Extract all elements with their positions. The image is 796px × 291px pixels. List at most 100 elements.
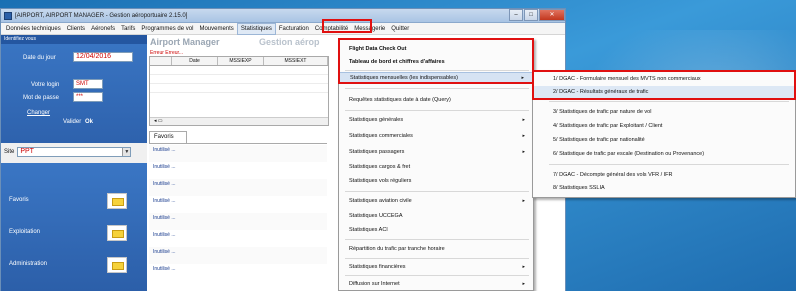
tab-divider (149, 143, 327, 144)
date-field[interactable]: 12/04/2016 (73, 52, 133, 62)
favorites-list: Inutilisé ... Inutilisé ... Inutilisé ..… (149, 145, 327, 281)
menu-separator (549, 101, 789, 102)
brand-subtitle: Gestion aérop (259, 37, 320, 47)
nav-item-favoris[interactable]: Favoris (9, 193, 139, 209)
menu-item-repartition-trafic[interactable]: Répartition du trafic par tranche horair… (339, 243, 533, 255)
list-item[interactable]: Inutilisé ... (149, 179, 327, 196)
submenu-item-trafic-exploitant[interactable]: 4/ Statistiques de trafic par Exploitant… (533, 120, 795, 132)
site-select[interactable]: PPT ▼ (17, 147, 132, 157)
submenu-item-statistiques-sslia[interactable]: 8/ Statistiques SSLIA (533, 182, 795, 194)
menu-quitter[interactable]: Quitter (388, 23, 412, 35)
maximize-button[interactable]: □ (524, 9, 538, 21)
nav-item-label: Favoris (9, 197, 29, 203)
minimize-button[interactable]: – (509, 9, 523, 21)
list-item[interactable]: Inutilisé ... (149, 162, 327, 179)
tab-favoris[interactable]: Favoris (149, 131, 187, 143)
menu-item-statistiques-commerciales[interactable]: Statistiques commerciales ▸ (339, 130, 533, 142)
submenu-item-trafic-escale[interactable]: 6/ Statistique de trafic par escale (Des… (533, 148, 795, 160)
grid-col-date[interactable]: Date (172, 57, 218, 65)
nav-item-label: Exploitation (9, 229, 41, 235)
list-item[interactable]: Inutilisé ... (149, 230, 327, 247)
list-item[interactable]: Inutilisé ... (149, 196, 327, 213)
login-panel: Identifiez vous Date du jour 12/04/2016 … (1, 35, 147, 143)
menu-separator (345, 275, 529, 276)
list-item[interactable]: Inutilisé ... (149, 213, 327, 230)
menu-item-statistiques-aviation-civile[interactable]: Statistiques aviation civile ▸ (339, 195, 533, 207)
validate-label: Valider (63, 119, 82, 125)
nav-panel: Favoris Exploitation Administration (1, 163, 147, 291)
menu-aeronefs[interactable]: Aéronefs (88, 23, 118, 35)
highlight-statistiques-menu (322, 19, 372, 33)
menu-item-statistiques-aci[interactable]: Statistiques ACI (339, 224, 533, 236)
login-field[interactable]: SMT (73, 79, 103, 89)
brand-title: Airport Manager (150, 37, 220, 47)
menu-facturation[interactable]: Facturation (276, 23, 312, 35)
table-row[interactable] (150, 84, 328, 93)
site-row: Site PPT ▼ (1, 145, 147, 159)
sidebar: Identifiez vous Date du jour 12/04/2016 … (1, 35, 147, 291)
menu-item-requetes-statistiques[interactable]: Requêtes statistiques date à date (Query… (339, 94, 533, 106)
menu-statistiques[interactable]: Statistiques (236, 22, 276, 35)
list-item[interactable]: Inutilisé ... (149, 247, 327, 264)
menu-item-diffusion-internet[interactable]: Diffusion sur Internet ▸ (339, 278, 533, 290)
nav-item-label: Administration (9, 261, 48, 267)
menu-item-statistiques-generales[interactable]: Statistiques générales ▸ (339, 114, 533, 126)
list-item[interactable]: Inutilisé ... (149, 264, 327, 281)
chevron-right-icon: ▸ (522, 117, 525, 123)
nav-item-administration[interactable]: Administration (9, 257, 139, 273)
list-item[interactable]: Inutilisé ... (149, 145, 327, 162)
title-bar[interactable]: [AIRPORT, AIRPORT MANAGER - Gestion aéro… (1, 9, 565, 23)
chevron-down-icon[interactable]: ▼ (122, 148, 131, 156)
ok-button[interactable]: Ok (85, 119, 93, 125)
grid-col-mssiext[interactable]: MSSIEXT (264, 57, 328, 65)
menu-item-statistiques-financieres[interactable]: Statistiques financières ▸ (339, 261, 533, 273)
submenu-item-trafic-nationalite[interactable]: 5/ Statistiques de trafic par nationalit… (533, 134, 795, 146)
login-label: Votre login (31, 82, 60, 88)
date-label: Date du jour (23, 55, 56, 61)
grid-col-mssiexp[interactable]: MSSIEXP (218, 57, 264, 65)
chevron-right-icon: ▸ (522, 281, 525, 287)
chevron-right-icon: ▸ (522, 198, 525, 204)
menu-mouvements[interactable]: Mouvements (196, 23, 236, 35)
menu-item-statistiques-vols-reguliers[interactable]: Statistiques vols réguliers (339, 175, 533, 187)
password-field[interactable]: *** (73, 92, 103, 102)
menu-clients[interactable]: Clients (64, 23, 88, 35)
menu-bar: Données techniques Clients Aéronefs Tari… (1, 22, 565, 35)
menu-item-statistiques-passagers[interactable]: Statistiques passagers ▸ (339, 146, 533, 158)
login-header: Identifiez vous (1, 35, 147, 44)
table-row[interactable] (150, 75, 328, 84)
window-title: [AIRPORT, AIRPORT MANAGER - Gestion aéro… (15, 12, 188, 19)
menu-item-statistiques-cargos[interactable]: Statistiques cargos & fret (339, 161, 533, 173)
window-controls: – □ ✕ (508, 9, 565, 21)
menu-programmes-de-vol[interactable]: Programmes de vol (138, 23, 196, 35)
menu-donnees-techniques[interactable]: Données techniques (3, 23, 64, 35)
close-button[interactable]: ✕ (539, 9, 565, 21)
menu-tarifs[interactable]: Tarifs (118, 23, 138, 35)
menu-separator (345, 239, 529, 240)
chevron-right-icon: ▸ (522, 264, 525, 270)
app-icon (4, 11, 12, 20)
grid-header: Date MSSIEXP MSSIEXT (150, 57, 328, 66)
folder-icon[interactable] (107, 225, 127, 241)
menu-separator (345, 88, 529, 89)
menu-item-statistiques-uccega[interactable]: Statistiques UCCEGA (339, 210, 533, 222)
highlight-statistiques-mensuelles (338, 38, 534, 84)
folder-icon[interactable] (107, 257, 127, 273)
folder-icon[interactable] (107, 193, 127, 209)
submenu-item-dgac-decompte[interactable]: 7/ DGAC - Décompte général des vols VFR … (533, 169, 795, 181)
submenu-item-trafic-nature-vol[interactable]: 3/ Statistiques de trafic par nature de … (533, 106, 795, 118)
chevron-right-icon: ▸ (522, 133, 525, 139)
menu-separator (345, 110, 529, 111)
password-label: Mot de passe (23, 95, 60, 101)
menu-separator (549, 164, 789, 165)
data-grid: Date MSSIEXP MSSIEXT ◂ ▭ (149, 56, 329, 126)
highlight-dgac-submenu-items (532, 70, 796, 100)
chevron-right-icon: ▸ (522, 149, 525, 155)
horizontal-scrollbar[interactable]: ◂ ▭ (150, 117, 328, 125)
menu-separator (345, 191, 529, 192)
table-row[interactable] (150, 66, 328, 75)
site-select-value: PPT (20, 148, 34, 155)
site-label: Site (4, 149, 15, 155)
change-password-link[interactable]: Changer (27, 110, 50, 116)
nav-item-exploitation[interactable]: Exploitation (9, 225, 139, 241)
